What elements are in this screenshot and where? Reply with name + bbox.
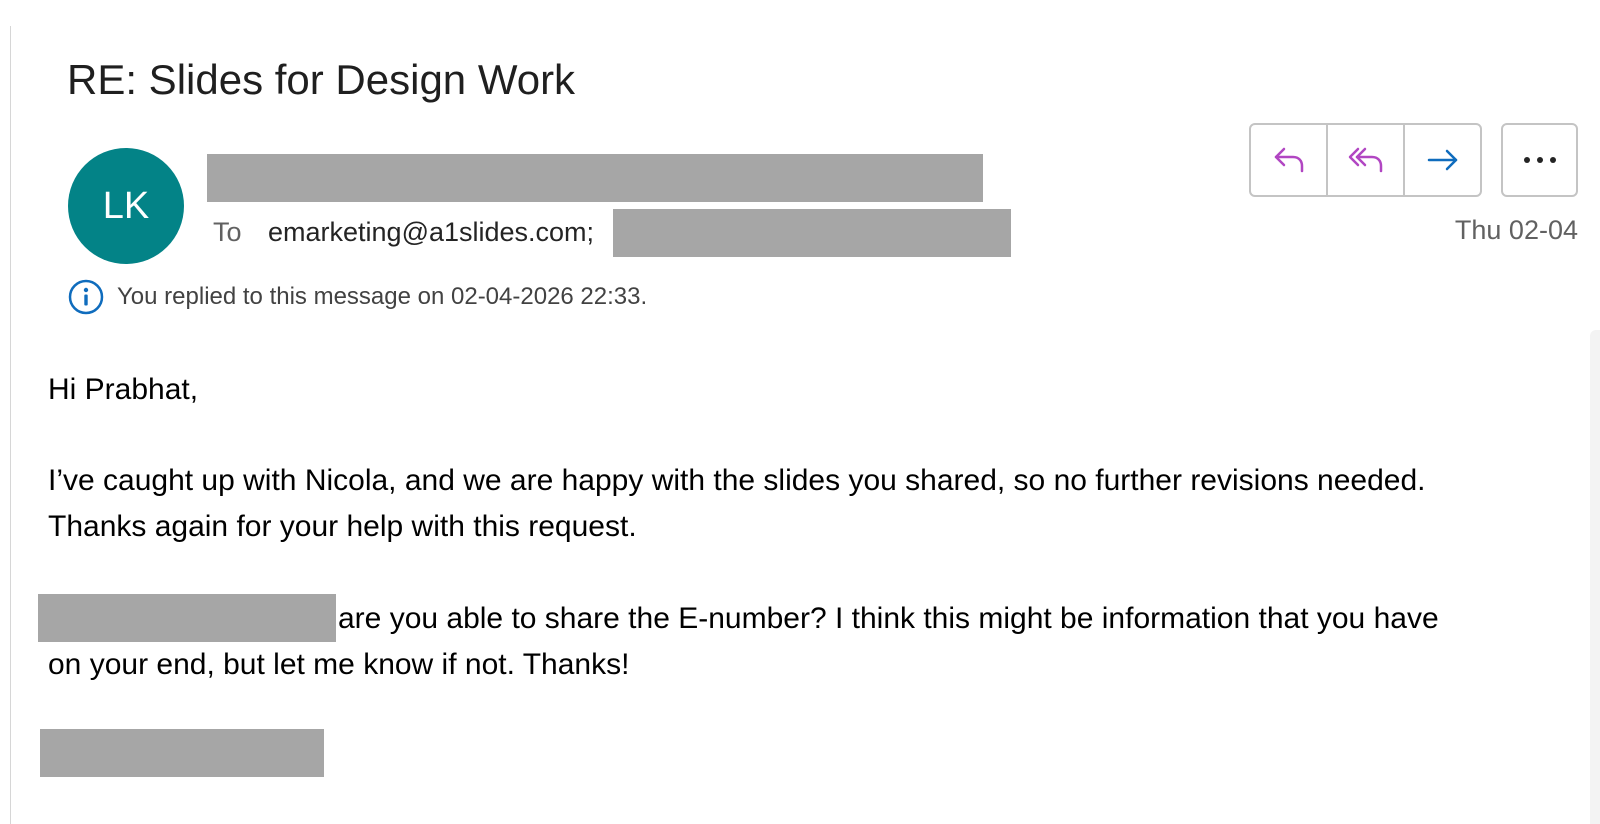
body-paragraph-1-line-1: I’ve caught up with Nicola, and we are h… xyxy=(48,464,1426,497)
message-actions xyxy=(1249,123,1482,197)
reply-info-text: You replied to this message on 02-04-202… xyxy=(117,283,648,310)
body-paragraph-2-line-1: are you able to share the E-number? I th… xyxy=(338,602,1439,635)
reply-button[interactable] xyxy=(1251,125,1328,195)
sender-avatar[interactable]: LK xyxy=(68,148,184,264)
email-reading-pane: RE: Slides for Design Work LK To emarket… xyxy=(0,0,1600,824)
body-greeting: Hi Prabhat, xyxy=(48,373,199,406)
forward-button[interactable] xyxy=(1405,125,1480,195)
email-subject: RE: Slides for Design Work xyxy=(67,56,576,103)
more-options-icon xyxy=(1523,157,1556,163)
to-label: To xyxy=(213,217,242,247)
reply-all-button[interactable] xyxy=(1328,125,1405,195)
body-paragraph-2-line-2: on your end, but let me know if not. Tha… xyxy=(48,648,630,681)
redacted-recipient xyxy=(613,209,1011,257)
recipient-address[interactable]: emarketing@a1slides.com; xyxy=(268,214,594,250)
scrollbar-track[interactable] xyxy=(1590,330,1600,824)
redacted-mention xyxy=(38,594,336,642)
reply-info-notice: You replied to this message on 02-04-202… xyxy=(68,278,647,316)
body-paragraph-1-line-2: Thanks again for your help with this req… xyxy=(48,510,637,543)
pane-divider xyxy=(10,26,11,824)
sender-initials: LK xyxy=(102,185,150,227)
info-icon xyxy=(68,279,104,315)
reply-icon xyxy=(1274,147,1303,173)
reply-all-icon xyxy=(1348,147,1382,173)
more-options-button[interactable] xyxy=(1501,123,1578,197)
message-date: Thu 02-04 xyxy=(1454,215,1578,245)
forward-icon xyxy=(1427,149,1457,171)
redacted-sender-name xyxy=(207,154,983,202)
redacted-signature xyxy=(40,729,324,777)
